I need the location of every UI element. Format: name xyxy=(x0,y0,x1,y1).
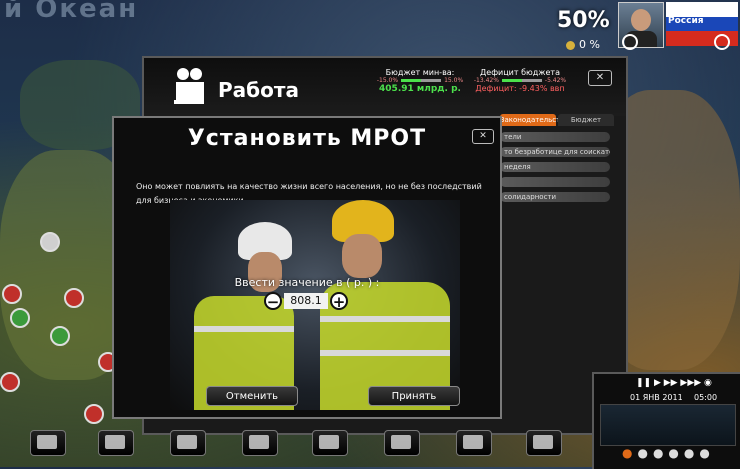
ministry-budget-min: -15.0% xyxy=(376,77,399,84)
vest-stripe xyxy=(320,350,450,356)
alert-icon[interactable]: ● xyxy=(622,446,637,460)
icon-glyph xyxy=(105,435,125,449)
worker-face xyxy=(342,234,382,278)
close-icon[interactable]: ✕ xyxy=(588,70,612,86)
finance-icon[interactable] xyxy=(170,430,206,456)
accept-button[interactable]: Принять xyxy=(368,386,460,406)
environment-icon[interactable] xyxy=(98,430,134,456)
transport-icon[interactable] xyxy=(242,430,278,456)
city-marker[interactable] xyxy=(50,326,70,346)
ministry-budget-label: Бюджет мин-ва: xyxy=(385,68,455,77)
cancel-button[interactable]: Отменить xyxy=(206,386,298,406)
game-date: 01 ЯНВ 2011 xyxy=(630,393,683,402)
icon-glyph xyxy=(463,435,483,449)
icon-glyph xyxy=(319,435,339,449)
minimap[interactable] xyxy=(600,404,736,446)
ministry-budget-slider[interactable]: -15.0% 15.0% xyxy=(370,77,470,84)
ministry-budget: Бюджет мин-ва: -15.0% 15.0% 405.91 млрд. … xyxy=(370,68,470,94)
tab-legislation[interactable]: Законодательство xyxy=(500,114,569,126)
icon-glyph xyxy=(533,435,553,449)
icon-glyph xyxy=(391,435,411,449)
law-item[interactable]: то безработице для соискателе xyxy=(500,147,610,157)
deficit-min: -13.42% xyxy=(473,77,499,84)
culture-icon[interactable] xyxy=(526,430,562,456)
locate-icon[interactable] xyxy=(714,34,730,50)
ministry-budget-max: 15.0% xyxy=(444,77,464,84)
speed-controls[interactable]: ❚❚ ▶ ▶▶ ▶▶▶ ◉ xyxy=(636,378,712,388)
portrait-head xyxy=(631,9,651,31)
security-icon[interactable] xyxy=(384,430,420,456)
city-marker[interactable] xyxy=(40,232,60,252)
law-item[interactable]: неделя xyxy=(500,162,610,172)
set-minimum-wage-dialog: Установить МРОТ ✕ Оно может повлиять на … xyxy=(112,116,502,419)
target-icon[interactable] xyxy=(622,34,638,50)
ministry-budget-value: 405.91 млрд. р. xyxy=(379,84,461,94)
tab-budget[interactable]: Бюджет xyxy=(558,114,614,126)
icon-glyph xyxy=(177,435,197,449)
city-marker[interactable] xyxy=(10,308,30,328)
sub-value: 0 % xyxy=(579,38,600,51)
icon-glyph xyxy=(37,435,57,449)
sub-indicator: 0 % xyxy=(566,38,600,51)
flag-stripe-white xyxy=(666,2,738,17)
ocean-label: й Океан xyxy=(4,0,139,24)
law-item[interactable]: солидарности xyxy=(500,192,610,202)
deficit-max: -5.42% xyxy=(544,77,567,84)
dialog-title: Установить МРОТ xyxy=(187,126,427,151)
icon-glyph xyxy=(249,435,269,449)
close-icon[interactable]: ✕ xyxy=(472,129,494,144)
city-marker[interactable] xyxy=(64,288,84,308)
deficit-bar xyxy=(501,79,542,82)
coin-icon xyxy=(566,40,575,50)
deficit-value: Дефицит: -9.43% ввп xyxy=(475,84,565,93)
approval-percent: 50% xyxy=(557,8,610,33)
work-panel-header: Работа Бюджет мин-ва: -15.0% 15.0% 405.91… xyxy=(144,58,626,116)
city-marker[interactable] xyxy=(84,404,104,424)
vest-stripe xyxy=(320,316,450,322)
government-icon[interactable] xyxy=(456,430,492,456)
game-time: 05:00 xyxy=(694,393,718,402)
work-panel-title: Работа xyxy=(218,78,299,102)
ministry-budget-bar xyxy=(401,79,442,82)
deficit-label: Дефицит бюджета xyxy=(480,68,560,77)
industry-icon[interactable] xyxy=(30,430,66,456)
city-marker[interactable] xyxy=(0,372,20,392)
plus-icon[interactable]: + xyxy=(330,292,348,311)
deficit-budget: Дефицит бюджета -13.42% -5.42% Дефицит: -… xyxy=(470,68,570,93)
law-list: тели то безработице для соискателе недел… xyxy=(500,132,610,207)
city-marker[interactable] xyxy=(2,284,22,304)
vest-stripe xyxy=(194,326,294,332)
wage-value-field[interactable]: 808.1 xyxy=(284,293,328,309)
input-label: Ввести значение в ( р. ) : xyxy=(234,276,380,289)
quick-buttons[interactable]: ●●●●●● xyxy=(622,446,715,460)
science-icon[interactable] xyxy=(312,430,348,456)
deficit-slider[interactable]: -13.42% -5.42% xyxy=(470,77,570,84)
law-item[interactable]: тели xyxy=(500,132,610,142)
minus-icon[interactable]: − xyxy=(264,292,282,311)
workers-icon xyxy=(174,68,204,104)
time-control-panel: ❚❚ ▶ ▶▶ ▶▶▶ ◉ 01 ЯНВ 2011 05:00 ●●●●●● xyxy=(592,372,740,469)
law-item[interactable] xyxy=(500,177,610,187)
wage-stepper: − 808.1 + xyxy=(264,292,348,311)
country-name: Россия xyxy=(668,16,704,26)
